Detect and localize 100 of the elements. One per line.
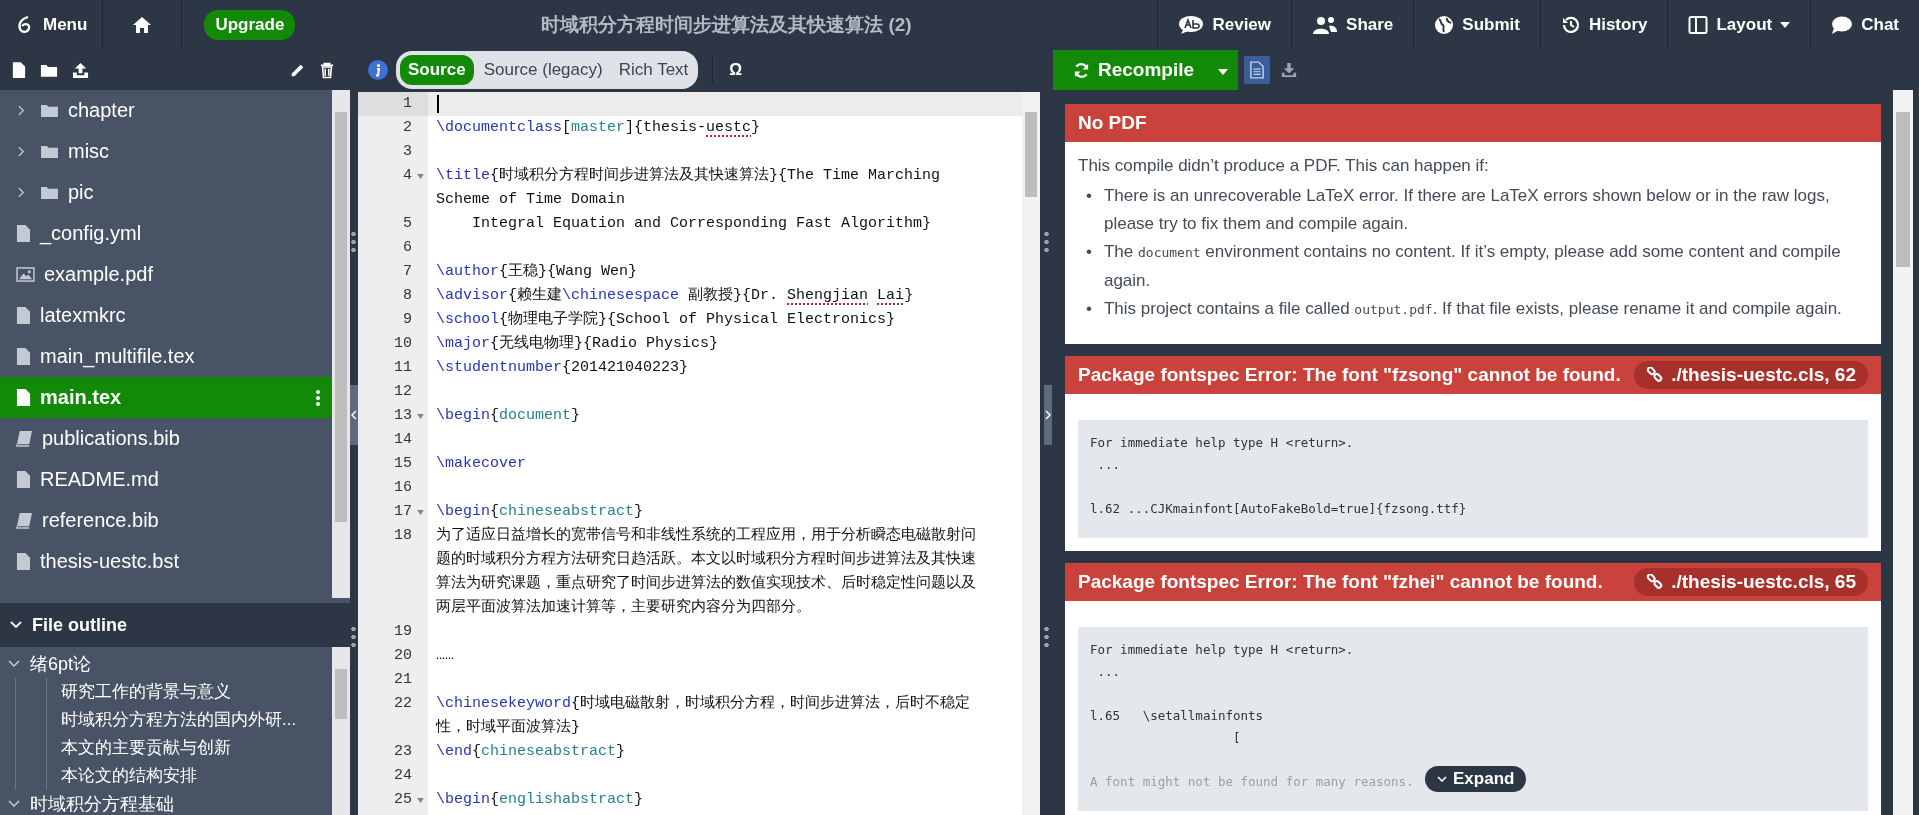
file-icon: [16, 224, 31, 243]
line-number: 22: [394, 694, 412, 714]
layout-button[interactable]: Layout: [1668, 0, 1811, 50]
book-icon: [16, 430, 33, 447]
trash-icon[interactable]: [320, 61, 334, 79]
pencil-icon[interactable]: [290, 62, 306, 78]
line-number: 17: [394, 502, 412, 522]
more-icon[interactable]: [316, 389, 320, 406]
fold-icon[interactable]: [416, 173, 424, 179]
info-icon[interactable]: [368, 60, 388, 80]
file-tree-item[interactable]: README.md: [0, 459, 332, 500]
code-line: 算法为研究课题，重点研究了时间步进算法的数值实现技术、后时稳定性问题以及: [436, 573, 977, 594]
line-number: 5: [403, 214, 412, 234]
chat-button[interactable]: Chat: [1811, 0, 1919, 50]
refresh-icon: [1073, 61, 1090, 79]
fold-icon[interactable]: [416, 509, 424, 515]
mode-tab[interactable]: Source: [398, 53, 476, 87]
file-tree-item[interactable]: chapter: [0, 90, 332, 131]
code-line: \title{时域积分方程时间步进算法及其快速算法}{The Time Marching: [436, 165, 942, 186]
scrollbar[interactable]: [332, 90, 350, 598]
expand-button[interactable]: Expand: [1425, 766, 1527, 792]
file-tree-item[interactable]: misc: [0, 131, 332, 172]
line-number: 8: [403, 286, 412, 306]
line-number: 15: [394, 454, 412, 474]
line-number: 14: [394, 430, 412, 450]
line-number: 10: [394, 334, 412, 354]
globe-icon: [1434, 15, 1455, 35]
message-text: This project contains a file called output.pdf. If that file exists, please rename it and compile again.: [1103, 298, 1843, 320]
line-number: 25: [394, 790, 412, 810]
scrollbar[interactable]: [1022, 92, 1040, 815]
new-file-icon[interactable]: [12, 61, 26, 79]
chat-icon: [1831, 15, 1854, 35]
columns-icon: [1688, 15, 1709, 35]
code-line: \studentnumber{201421040223}: [436, 358, 690, 378]
file-tree-item[interactable]: reference.bib: [0, 500, 332, 541]
code-line: 为了适应日益增长的宽带信号和非线性系统的工程应用，用于分析瞬态电磁散射问: [436, 525, 977, 546]
code-line: \begin{document}: [436, 406, 582, 426]
scrollbar[interactable]: [332, 647, 350, 815]
line-number: 24: [394, 766, 412, 786]
upload-icon[interactable]: [72, 61, 89, 79]
scrollbar[interactable]: [1893, 90, 1913, 815]
file-tree-item[interactable]: _config.yml: [0, 213, 332, 254]
chevron-right-icon: [18, 105, 25, 116]
document-view-button[interactable]: [1244, 56, 1271, 84]
image-icon: [16, 267, 35, 282]
chevron-down-icon: [1437, 776, 1447, 782]
menu-button[interactable]: Menu: [0, 0, 103, 50]
line-number: 6: [403, 238, 412, 258]
line-number: 21: [394, 670, 412, 690]
file-tree-item[interactable]: latexmkrc: [0, 295, 332, 336]
code-line: \advisor{赖生建\chinesespace 副教授}{Dr. Shengjian Lai}: [436, 285, 915, 306]
file-tree-item[interactable]: example.pdf: [0, 254, 332, 295]
link-icon: [1646, 366, 1664, 384]
line-number: 13: [394, 406, 412, 426]
log-text: For immediate help type H <return>. ... l.65 \setallmainfonts [: [1090, 641, 1355, 747]
line-number: 18: [394, 526, 412, 546]
fold-icon[interactable]: [416, 797, 424, 803]
link-icon: [1646, 573, 1664, 591]
file-tree-item[interactable]: main_multifile.tex: [0, 336, 332, 377]
caret-icon: [1218, 68, 1229, 75]
code-line: 题的时域积分方程方法研究日趋活跃。本文以时域积分方程时间步进算法及其快速: [436, 549, 977, 570]
file-location-link[interactable]: ./thesis-uestc.cls, 62: [1634, 361, 1868, 389]
bullet: •: [1086, 298, 1092, 320]
code-editor[interactable]: [358, 90, 1040, 815]
card-title: Package fontspec Error: The font "fzsong" cannot be found.: [1078, 364, 1621, 386]
line-number: 19: [394, 622, 412, 642]
review-button[interactable]: Review: [1158, 0, 1292, 50]
mode-tab[interactable]: Source (legacy): [475, 53, 611, 87]
symbol-button[interactable]: Ω: [721, 61, 751, 79]
users-icon: [1312, 15, 1339, 35]
file-tree-item[interactable]: thesis-uestc.bst: [0, 541, 332, 582]
submit-button[interactable]: Submit: [1414, 0, 1540, 50]
code-line: \begin{englishabstract}: [436, 790, 645, 810]
line-number: 7: [403, 262, 412, 282]
file-location-link[interactable]: ./thesis-uestc.cls, 65: [1634, 568, 1868, 596]
code-line: 两层平面波算法加速计算等，主要研究内容分为四部分。: [436, 597, 812, 618]
log-text: A font might not be found for many reasons.: [1090, 773, 1414, 791]
document-icon: [1250, 61, 1265, 79]
file-icon: [16, 470, 31, 489]
history-button[interactable]: History: [1540, 0, 1668, 50]
outline-header[interactable]: File outline: [0, 603, 350, 647]
upgrade-button[interactable]: Upgrade: [204, 10, 296, 40]
outline-item[interactable]: 时域积分方程基础: [0, 790, 332, 815]
file-tree-item[interactable]: pic: [0, 172, 332, 213]
chevron-right-icon: [1045, 410, 1051, 420]
outline-item[interactable]: 绪6pt论: [0, 650, 332, 678]
code-line: \major{无线电物理}{Radio Physics}: [436, 333, 720, 354]
new-folder-icon[interactable]: [40, 62, 58, 78]
card-title: Package fontspec Error: The font "fzhei" cannot be found.: [1078, 571, 1603, 593]
file-icon: [16, 388, 31, 407]
file-icon: [16, 306, 31, 325]
fold-icon[interactable]: [416, 413, 424, 419]
line-number: 4: [403, 166, 412, 186]
history-icon: [1560, 15, 1581, 35]
mode-tab[interactable]: Rich Text: [610, 53, 697, 87]
file-tree-item[interactable]: publications.bib: [0, 418, 332, 459]
share-button[interactable]: Share: [1292, 0, 1414, 50]
chevron-right-icon: [18, 187, 25, 198]
file-tree-item[interactable]: main.tex: [0, 377, 332, 418]
line-number: 9: [403, 310, 412, 330]
